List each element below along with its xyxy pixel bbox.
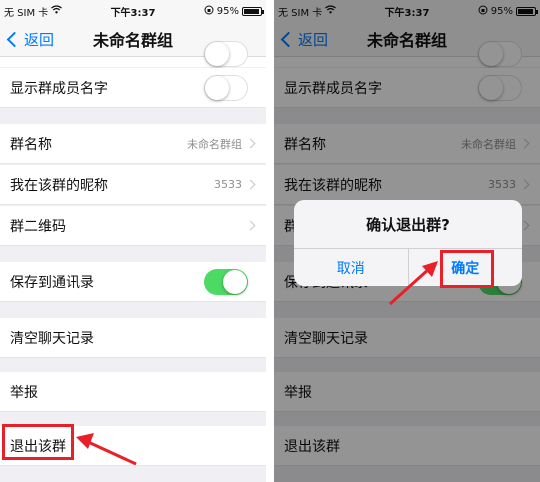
annotation-arrow-icon <box>76 433 137 466</box>
annotation-arrow-icon <box>388 261 438 306</box>
left-screen: 无 SIM 卡 下午3:37 95% 返回 未命名群组 显示群成员名字 群名称 … <box>0 0 266 482</box>
right-screen: 无 SIM 卡 下午3:37 95% 返回 未命名群组 显示群成员名字 群名称 … <box>274 0 540 482</box>
